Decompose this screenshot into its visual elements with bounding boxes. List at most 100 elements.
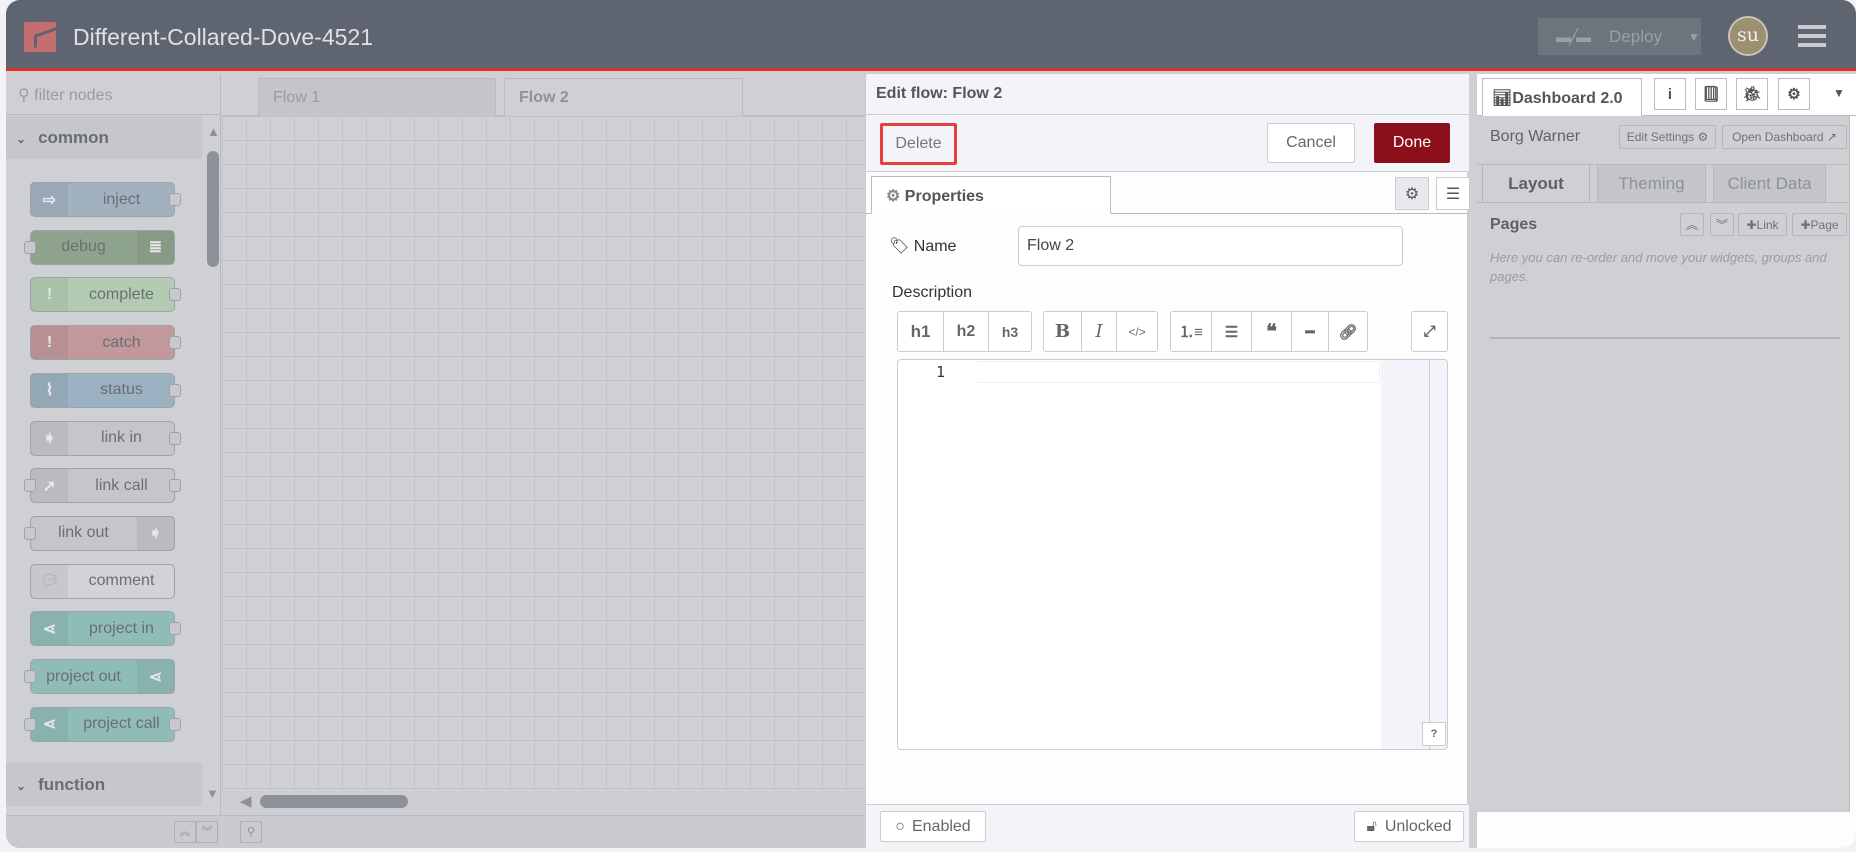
project-link-icon: ⋖ [137, 660, 174, 693]
link-icon[interactable]: 🔗︎ [1329, 312, 1367, 351]
add-link-label: Link [1756, 217, 1779, 232]
arrow-right-icon: ⇨ [31, 183, 68, 216]
horizontal-scrollbar[interactable] [260, 795, 408, 808]
collapse-icon[interactable]: ︽ [1680, 213, 1704, 236]
node-label: catch [102, 333, 141, 351]
app-logo-icon [24, 22, 56, 52]
palette-node-catch[interactable]: ! catch [30, 325, 181, 361]
tab-client-data[interactable]: Client Data [1713, 164, 1826, 202]
search-icon[interactable]: ⚲ [240, 821, 262, 843]
link-in-icon: ➧ [31, 421, 68, 455]
gear-icon[interactable]: ⚙ [1778, 78, 1810, 110]
palette-node-inject[interactable]: ⇨ inject [30, 182, 181, 217]
list-icon[interactable]: ☰ [1436, 177, 1470, 210]
tab-flow-1[interactable]: Flow 1 [258, 78, 496, 116]
settings-gear-icon[interactable]: ⚙ [1395, 177, 1429, 210]
h1-button[interactable]: h1 [898, 312, 944, 351]
user-avatar[interactable]: su [1728, 16, 1768, 56]
format-button-group: B I </> [1043, 311, 1158, 352]
tab-layout[interactable]: Layout [1482, 164, 1590, 202]
expand-all-icon[interactable]: ︾ [196, 821, 218, 843]
node-label: complete [89, 285, 154, 303]
circle-icon: ○ [895, 817, 905, 835]
book-icon[interactable]: 📕︎ [1695, 78, 1727, 110]
unordered-list-icon[interactable]: ☰ [1212, 312, 1252, 351]
palette-scrollbar[interactable] [207, 151, 219, 267]
dashboard-tab-label: Dashboard 2.0 [1512, 90, 1623, 107]
node-label: project in [89, 619, 154, 637]
chevron-down-icon: ⌄ [16, 132, 27, 146]
add-page-button[interactable]: ✚ Page [1792, 213, 1847, 236]
palette-node-complete[interactable]: ! complete [30, 277, 181, 313]
workspace-tabs: Flow 1 Flow 2 [222, 74, 865, 117]
palette-node-project-call[interactable]: ⋖ project call [24, 706, 181, 742]
edit-settings-button[interactable]: Edit Settings ⚙ [1619, 125, 1716, 149]
link-call-icon: ➚ [31, 469, 68, 503]
add-link-button[interactable]: ✚ Link [1738, 213, 1787, 236]
editor-scrollbar[interactable] [1429, 360, 1447, 749]
filter-nodes-input[interactable]: ⚲ filter nodes [6, 74, 221, 115]
dashboard-name: Borg Warner [1490, 128, 1581, 145]
name-label-text: Name [913, 238, 957, 255]
open-dashboard-button[interactable]: Open Dashboard ↗ [1722, 125, 1847, 149]
deploy-button[interactable]: ▬╱▬ Deploy ▼ [1538, 18, 1701, 55]
expand-icon[interactable]: ︾ [1710, 213, 1734, 236]
app-title: Different-Collared-Dove-4521 [73, 24, 373, 50]
palette-node-link-call[interactable]: ➚ link call [24, 468, 181, 504]
palette-node-project-in[interactable]: ⋖ project in [30, 611, 181, 647]
scroll-up-arrow-icon[interactable]: ▲ [207, 124, 220, 139]
tab-flow-2[interactable]: Flow 2 [504, 78, 743, 117]
h3-button[interactable]: h3 [989, 312, 1031, 351]
bug-icon[interactable]: 🐞︎ [1736, 78, 1768, 110]
node-label: link call [95, 476, 148, 494]
node-red-window: Different-Collared-Dove-4521 ▬╱▬ Deploy … [6, 0, 1856, 848]
active-line [978, 361, 1380, 383]
italic-button[interactable]: I [1082, 312, 1117, 351]
tab-properties[interactable]: ⚙ Properties [871, 176, 1111, 214]
lock-toggle[interactable]: 🔓︎ Unlocked [1354, 811, 1464, 842]
done-button[interactable]: Done [1374, 123, 1450, 163]
ordered-list-icon[interactable]: ⒈≡ [1171, 312, 1212, 351]
h2-button[interactable]: h2 [944, 312, 989, 351]
category-function[interactable]: ⌄ function [6, 763, 202, 806]
heading-button-group: h1 h2 h3 [897, 311, 1032, 352]
node-label: debug [61, 238, 106, 256]
bold-button[interactable]: B [1044, 312, 1082, 351]
dashboard-panel: Borg Warner Edit Settings ⚙ Open Dashboa… [1477, 116, 1850, 812]
delete-button[interactable]: Delete [880, 123, 957, 165]
name-input[interactable] [1018, 226, 1403, 266]
expand-icon[interactable]: ⤢ [1412, 312, 1447, 351]
tray-title: Edit flow: Flow 2 [866, 74, 1469, 115]
palette-node-status[interactable]: ⌇ status [30, 372, 181, 408]
quote-icon[interactable]: ❝ [1252, 312, 1292, 351]
bar-chart-icon: 📊︎ [1492, 90, 1513, 107]
enabled-label: Enabled [911, 817, 971, 835]
palette-node-debug[interactable]: ≣ debug [24, 229, 175, 265]
tab-dashboard[interactable]: 📊︎Dashboard 2.0 [1482, 78, 1642, 116]
palette-node-project-out[interactable]: ⋖ project out [24, 659, 175, 694]
exclamation-icon: ! [31, 326, 68, 360]
enabled-toggle[interactable]: ○ Enabled [880, 811, 986, 842]
description-editor[interactable]: 1 ? [897, 359, 1448, 750]
code-button[interactable]: </> [1117, 312, 1157, 351]
help-button[interactable]: ? [1422, 722, 1446, 746]
node-label: project out [46, 667, 121, 685]
sidebar-tabs: 📊︎Dashboard 2.0 i 📕︎ 🐞︎ ⚙ ▼ [1477, 74, 1856, 116]
cancel-button[interactable]: Cancel [1267, 123, 1355, 163]
pages-help-text: Here you can re-order and move your widg… [1490, 250, 1827, 284]
collapse-all-icon[interactable]: ︽ [174, 821, 196, 843]
hamburger-menu-icon[interactable] [1798, 25, 1826, 47]
horizontal-rule-icon[interactable]: ━ [1292, 312, 1329, 351]
speech-bubble-icon: 💬︎ [31, 564, 68, 598]
palette-node-comment[interactable]: 💬︎ comment [30, 563, 175, 599]
name-label: 🏷︎ Name [889, 236, 956, 256]
info-icon[interactable]: i [1654, 78, 1686, 110]
palette-node-link-out[interactable]: ➧ link out [24, 515, 175, 551]
category-common[interactable]: ⌄ common [6, 116, 202, 159]
palette-node-link-in[interactable]: ➧ link in [30, 420, 181, 456]
flow-canvas[interactable] [222, 116, 865, 791]
scroll-down-arrow-icon[interactable]: ▼ [206, 786, 219, 801]
scroll-left-arrow-icon[interactable]: ◀ [240, 792, 252, 810]
caret-down-icon[interactable]: ▼ [1833, 86, 1845, 100]
tab-theming[interactable]: Theming [1597, 164, 1706, 202]
